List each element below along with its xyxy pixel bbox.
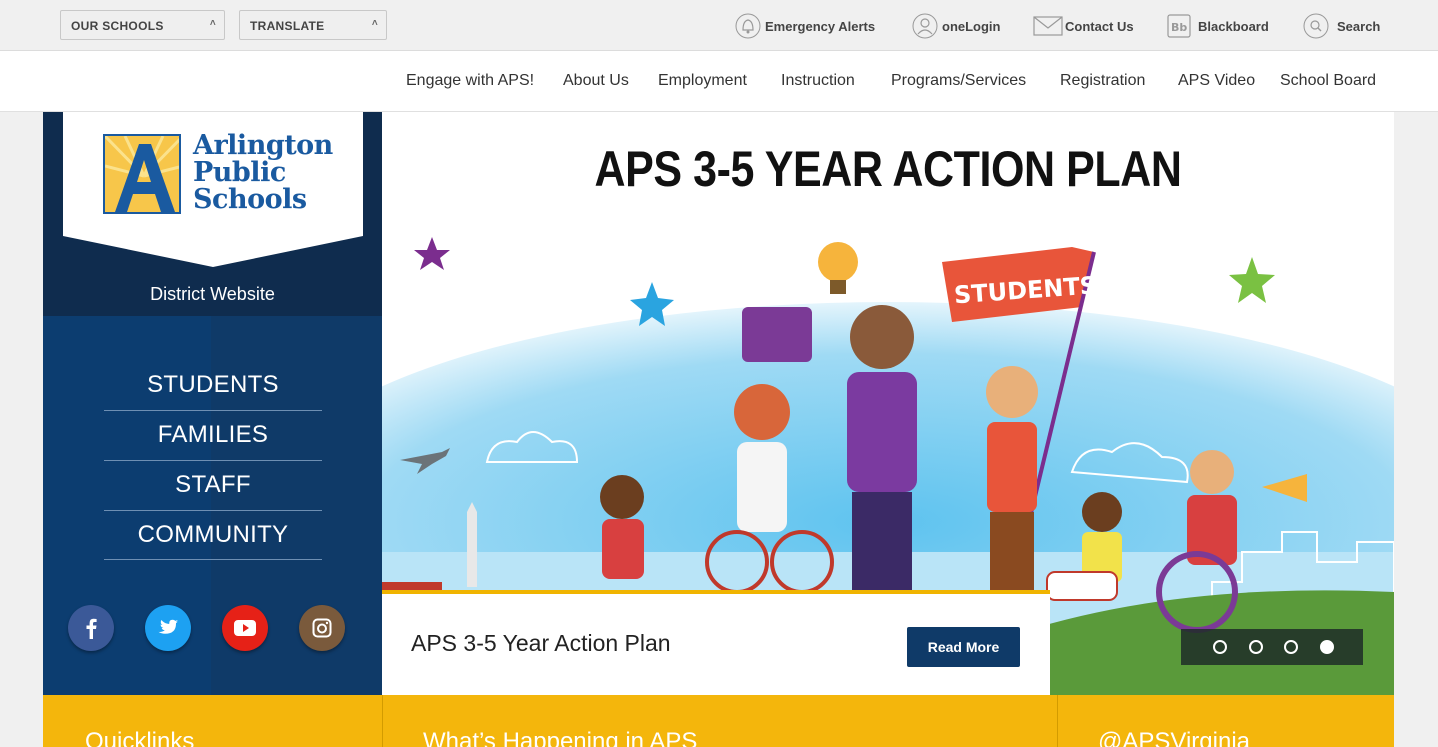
main-navigation: Engage with APS! About Us Employment Ins… xyxy=(0,51,1438,112)
sidebar-item-community[interactable]: COMMUNITY xyxy=(104,521,322,549)
carousel-pagination xyxy=(1181,629,1363,665)
hero-title: APS 3-5 YEAR ACTION PLAN xyxy=(594,141,1182,197)
utility-bar: OUR SCHOOLS ˄ TRANSLATE ˄ Emergency Aler… xyxy=(0,0,1438,51)
slide-caption-text: APS 3-5 Year Action Plan xyxy=(411,630,671,656)
instagram-glyph xyxy=(312,618,332,638)
youtube-icon[interactable] xyxy=(222,605,268,651)
onelogin-link[interactable]: oneLogin xyxy=(910,13,1001,39)
logo-a-mark xyxy=(105,136,179,212)
facebook-icon[interactable] xyxy=(68,605,114,651)
emergency-alerts-label: Emergency Alerts xyxy=(765,18,876,34)
divider xyxy=(104,559,322,560)
nav-instruction[interactable]: Instruction xyxy=(781,72,855,90)
quicklinks-heading: Quicklinks xyxy=(85,728,195,747)
logo-wordmark: Arlington Public Schools xyxy=(193,132,333,213)
contact-us-label: Contact Us xyxy=(1065,18,1134,34)
nav-employment[interactable]: Employment xyxy=(658,72,747,90)
carousel-dot-3[interactable] xyxy=(1284,640,1298,654)
blackboard-link[interactable]: Bb Blackboard xyxy=(1166,14,1269,38)
logo-line-1: Arlington xyxy=(193,130,333,161)
sidebar: Arlington Public Schools District Websit… xyxy=(43,112,382,695)
youtube-glyph xyxy=(234,620,256,636)
instagram-icon[interactable] xyxy=(299,605,345,651)
logo-emblem xyxy=(103,134,181,214)
nav-aps-video[interactable]: APS Video xyxy=(1178,72,1255,90)
district-website-label: District Website xyxy=(150,284,275,304)
carousel-dot-4[interactable] xyxy=(1320,640,1334,654)
logo[interactable]: Arlington Public Schools xyxy=(63,112,363,267)
divider xyxy=(104,460,322,461)
sidebar-header: Arlington Public Schools District Websit… xyxy=(43,112,382,316)
twitter-heading[interactable]: @APSVirginia xyxy=(1098,728,1250,747)
bottom-sections: Quicklinks What’s Happening in APS @APSV… xyxy=(43,695,1394,747)
hero-carousel[interactable]: STUDENTS APS 3-5 YEAR ACTION PLAN APS 3-… xyxy=(382,112,1394,695)
nav-engage[interactable]: Engage with APS! xyxy=(406,72,534,90)
sidebar-item-students[interactable]: STUDENTS xyxy=(104,371,322,399)
carousel-dot-1[interactable] xyxy=(1213,640,1227,654)
sidebar-item-staff[interactable]: STAFF xyxy=(104,471,322,499)
nav-school-board[interactable]: School Board xyxy=(1280,72,1376,90)
utility-links: Emergency Alerts oneLogin Contact Us Bb … xyxy=(0,10,1438,42)
user-icon xyxy=(912,13,938,39)
svg-text:Bb: Bb xyxy=(1171,21,1187,34)
facebook-glyph xyxy=(86,618,97,639)
twitter-glyph xyxy=(158,619,178,634)
blackboard-icon: Bb xyxy=(1167,14,1191,38)
nav-about-us[interactable]: About Us xyxy=(563,72,629,90)
carousel-dot-2[interactable] xyxy=(1249,640,1263,654)
contact-us-link[interactable]: Contact Us xyxy=(1033,14,1134,38)
onelogin-label: oneLogin xyxy=(942,18,1001,34)
twitter-icon[interactable] xyxy=(145,605,191,651)
search-icon xyxy=(1303,13,1329,39)
emergency-alerts-link[interactable]: Emergency Alerts xyxy=(733,13,876,39)
sidebar-item-families[interactable]: FAMILIES xyxy=(104,421,322,449)
whats-happening-section: What’s Happening in APS xyxy=(382,695,1057,747)
blackboard-label: Blackboard xyxy=(1198,18,1269,34)
search-label: Search xyxy=(1337,18,1381,34)
read-more-button[interactable]: Read More xyxy=(907,627,1020,667)
logo-line-2: Public xyxy=(193,157,286,188)
divider xyxy=(104,510,322,511)
logo-line-3: Schools xyxy=(193,184,307,215)
twitter-section: @APSVirginia xyxy=(1057,695,1394,747)
search-link[interactable]: Search xyxy=(1303,13,1381,39)
envelope-icon xyxy=(1033,16,1063,36)
nav-programs-services[interactable]: Programs/Services xyxy=(891,72,1026,90)
divider xyxy=(104,410,322,411)
whats-happening-heading: What’s Happening in APS xyxy=(423,728,698,747)
slide-caption: APS 3-5 Year Action Plan Read More xyxy=(382,590,1050,695)
nav-registration[interactable]: Registration xyxy=(1060,72,1145,90)
bell-icon xyxy=(735,13,761,39)
